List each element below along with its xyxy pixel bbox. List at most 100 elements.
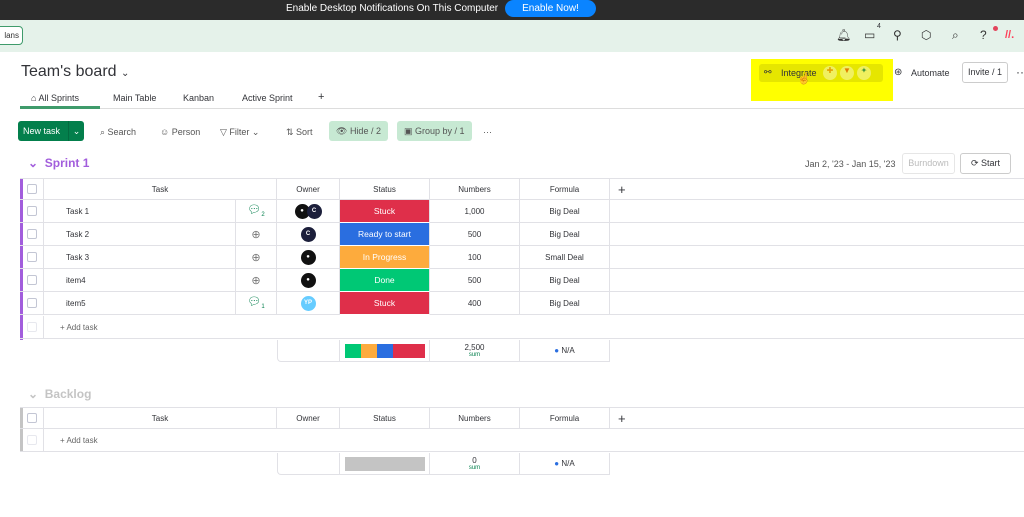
search-icon[interactable]: ⌕: [952, 28, 959, 43]
tab-all-sprints[interactable]: ⌂ All Sprints: [31, 93, 79, 103]
header-task: Task: [44, 407, 277, 429]
column-status[interactable]: Status: [373, 414, 396, 423]
row-checkbox[interactable]: [26, 229, 37, 239]
row-checkbox[interactable]: [26, 275, 37, 285]
filter-label: Filter: [229, 127, 250, 137]
group-by-button[interactable]: ▣ Group by / 1: [397, 121, 472, 141]
owner-cell[interactable]: ● C: [277, 200, 340, 223]
status-label: Ready to start: [358, 229, 411, 239]
numbers-cell[interactable]: 500: [430, 223, 520, 246]
status-label: Stuck: [373, 206, 396, 216]
header-add: +: [610, 178, 1024, 200]
apps-icon[interactable]: ⬡: [921, 28, 931, 42]
header-owner: Owner: [277, 407, 340, 429]
group-backlog-header[interactable]: ⌄ Backlog: [28, 387, 91, 401]
owner-cell[interactable]: C: [277, 223, 340, 246]
status-distribution-bar[interactable]: [344, 456, 425, 471]
status-cell[interactable]: Stuck: [340, 200, 430, 223]
formula-sum: N/A: [561, 346, 575, 355]
owner-cell[interactable]: YP: [277, 292, 340, 315]
numbers-cell[interactable]: 1,000: [430, 200, 520, 223]
new-task-button[interactable]: New task ⌄: [18, 121, 84, 141]
status-cell[interactable]: Stuck: [340, 292, 430, 315]
formula-value: Small Deal: [545, 252, 584, 262]
add-task-cell[interactable]: + Add task: [44, 316, 1024, 339]
tab-kanban[interactable]: Kanban: [183, 93, 214, 103]
numbers-cell[interactable]: 500: [430, 269, 520, 292]
task-name[interactable]: item5: [66, 299, 86, 308]
enable-now-button[interactable]: Enable Now!: [505, 0, 596, 17]
numbers-cell[interactable]: 400: [430, 292, 520, 315]
see-plans-button[interactable]: lans: [0, 26, 23, 45]
column-status[interactable]: Status: [373, 185, 396, 194]
owner-cell[interactable]: ●: [277, 246, 340, 269]
task-name[interactable]: item4: [66, 276, 86, 285]
header-formula: Formula: [520, 407, 610, 429]
burndown-button[interactable]: Burndown: [902, 153, 955, 174]
start-sprint-button[interactable]: ⟳ Start: [960, 153, 1011, 174]
column-task[interactable]: Task: [152, 185, 168, 194]
bell-icon[interactable]: 🔔︎: [836, 28, 851, 42]
status-distribution-bar[interactable]: [344, 343, 425, 358]
formula-value: Big Deal: [549, 275, 580, 285]
add-update-icon[interactable]: ⊕: [251, 251, 260, 264]
inbox-icon[interactable]: ▭: [864, 28, 875, 42]
checkbox-cell: [20, 200, 44, 223]
filter-button[interactable]: ▽ Filter ⌄: [220, 124, 259, 141]
board-title[interactable]: Team's board ⌄: [21, 63, 129, 81]
add-update-icon[interactable]: ⊕: [251, 228, 260, 241]
hide-button[interactable]: 👁︎ Hide / 2: [329, 121, 388, 141]
add-column-button[interactable]: +: [618, 182, 626, 197]
column-formula[interactable]: Formula: [550, 185, 579, 194]
status-segment: [392, 343, 425, 358]
task-name[interactable]: Task 3: [66, 253, 89, 262]
add-task-input[interactable]: + Add task: [60, 436, 98, 445]
tab-main-table[interactable]: Main Table: [113, 93, 156, 103]
invite-members-icon[interactable]: ⚲: [893, 28, 902, 42]
updates-cell: ⊕: [235, 246, 277, 269]
number-value: 400: [467, 298, 482, 308]
start-label: Start: [981, 158, 1001, 168]
column-owner[interactable]: Owner: [296, 414, 320, 423]
add-view-button[interactable]: +: [318, 91, 324, 103]
invite-button[interactable]: Invite / 1: [962, 62, 1008, 83]
column-task[interactable]: Task: [152, 414, 168, 423]
automate-button[interactable]: Automate: [911, 68, 950, 78]
sort-button[interactable]: ⇅ Sort: [286, 124, 313, 141]
owner-cell[interactable]: ●: [277, 269, 340, 292]
search-button[interactable]: ⌕ Search: [100, 124, 136, 141]
task-name[interactable]: Task 2: [66, 230, 89, 239]
status-cell[interactable]: Ready to start: [340, 223, 430, 246]
conversation-icon[interactable]: 💬︎1: [247, 295, 264, 310]
select-all-checkbox[interactable]: [26, 413, 37, 423]
task-name[interactable]: Task 1: [66, 207, 89, 216]
group-sprint1-header[interactable]: ⌄ Sprint 1: [28, 156, 89, 170]
column-numbers[interactable]: Numbers: [458, 185, 490, 194]
add-update-icon[interactable]: ⊕: [251, 274, 260, 287]
comment-count: 2: [261, 212, 265, 219]
column-owner[interactable]: Owner: [296, 185, 320, 194]
tab-active-sprint[interactable]: Active Sprint: [242, 93, 293, 103]
status-cell[interactable]: In Progress: [340, 246, 430, 269]
row-checkbox[interactable]: [26, 252, 37, 262]
more-options-button[interactable]: ···: [483, 124, 492, 141]
person-button[interactable]: ☺ Person: [160, 124, 200, 141]
select-all-checkbox[interactable]: [26, 184, 37, 194]
row-checkbox[interactable]: [26, 298, 37, 308]
conversation-icon[interactable]: 💬︎2: [247, 203, 264, 218]
help-icon[interactable]: ?: [980, 28, 987, 42]
row-checkbox[interactable]: [26, 206, 37, 216]
column-formula[interactable]: Formula: [550, 414, 579, 423]
status-cell[interactable]: Done: [340, 269, 430, 292]
updates-cell: ⊕: [235, 223, 277, 246]
add-column-button[interactable]: +: [618, 411, 626, 426]
column-numbers[interactable]: Numbers: [458, 414, 490, 423]
avatar: YP: [300, 295, 316, 311]
chevron-down-icon[interactable]: ⌄: [68, 121, 84, 141]
more-icon[interactable]: ···: [1016, 65, 1024, 79]
add-task-input[interactable]: + Add task: [60, 323, 98, 332]
monday-logo-icon[interactable]: //.: [1005, 29, 1014, 41]
numbers-cell[interactable]: 100: [430, 246, 520, 269]
add-task-cell[interactable]: + Add task: [44, 429, 1024, 452]
integrate-button[interactable]: ⚯ Integrate ✚ ▼ ✦: [759, 64, 883, 82]
